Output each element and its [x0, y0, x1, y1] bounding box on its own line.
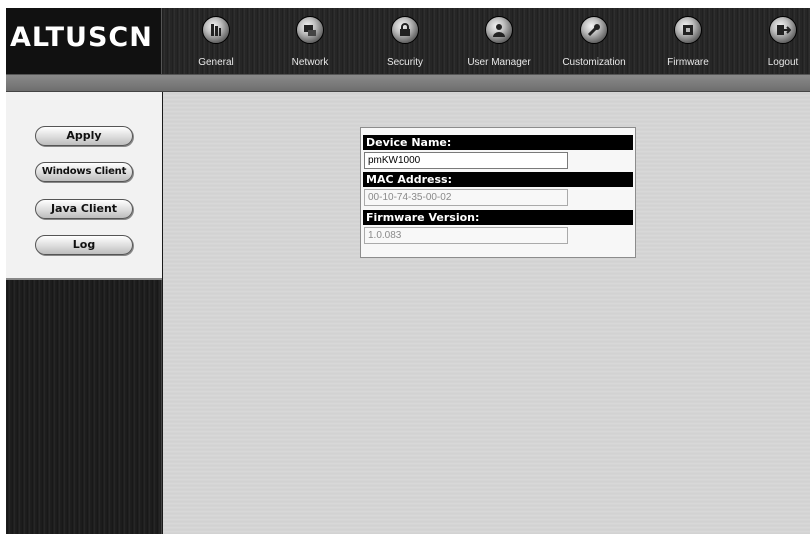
device-info-panel: Device Name: MAC Address: Firmware Versi… [360, 127, 636, 258]
device-name-label: Device Name: [363, 135, 633, 150]
nav-general[interactable]: General [171, 16, 261, 74]
nav-network-label: Network [291, 57, 329, 68]
sidebar-button-panel: Apply Windows Client Java Client Log [6, 92, 162, 280]
log-button[interactable]: Log [35, 235, 133, 255]
security-icon [391, 16, 419, 44]
firmware-version-field [364, 227, 568, 244]
brand-logo: ALTUSCN [10, 22, 153, 53]
customization-icon [580, 16, 608, 44]
windows-client-button[interactable]: Windows Client [35, 162, 133, 182]
app-frame: ALTUSCN General Network Security User Ma [6, 8, 810, 534]
nav-logout-label: Logout [767, 57, 799, 68]
nav-customization-label: Customization [562, 57, 626, 68]
network-icon [296, 16, 324, 44]
user-manager-icon [485, 16, 513, 44]
firmware-icon [674, 16, 702, 44]
nav-logout[interactable]: Logout [738, 16, 810, 74]
nav-user-manager[interactable]: User Manager [454, 16, 544, 74]
nav-firmware-label: Firmware [667, 57, 709, 68]
logo-cell: ALTUSCN [6, 8, 162, 74]
firmware-version-label: Firmware Version: [363, 210, 633, 225]
logout-icon [769, 16, 797, 44]
nav-security-label: Security [386, 57, 424, 68]
apply-button[interactable]: Apply [35, 126, 133, 146]
device-name-input[interactable] [364, 152, 568, 169]
nav-customization[interactable]: Customization [549, 16, 639, 74]
main-content: Device Name: MAC Address: Firmware Versi… [163, 92, 810, 534]
nav-security[interactable]: Security [360, 16, 450, 74]
top-nav-bar: ALTUSCN General Network Security User Ma [6, 8, 810, 74]
mac-address-label: MAC Address: [363, 172, 633, 187]
nav-user-manager-label: User Manager [467, 57, 531, 68]
header-divider-strip [6, 74, 810, 92]
sidebar: Apply Windows Client Java Client Log [6, 92, 162, 534]
java-client-button[interactable]: Java Client [35, 199, 133, 219]
nav-network[interactable]: Network [265, 16, 355, 74]
mac-address-field [364, 189, 568, 206]
nav-firmware[interactable]: Firmware [643, 16, 733, 74]
nav-general-label: General [198, 57, 234, 68]
general-icon [202, 16, 230, 44]
